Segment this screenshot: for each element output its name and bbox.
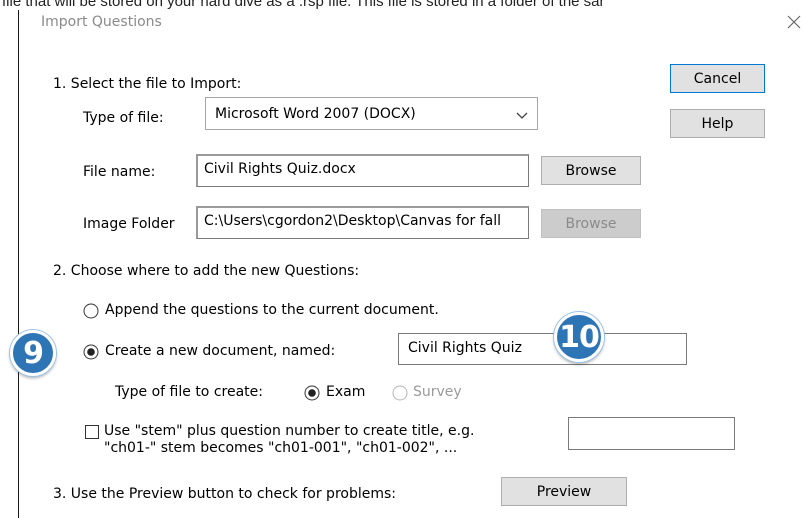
chevron-down-icon xyxy=(516,112,528,119)
stem-input[interactable] xyxy=(568,417,735,450)
type-of-file-label: Type of file: xyxy=(83,110,164,126)
browse-image-button: Browse xyxy=(541,209,641,238)
file-name-input[interactable]: Civil Rights Quiz.docx xyxy=(196,154,529,187)
caption-text: file that will be stored on your hard di… xyxy=(2,0,605,10)
type-to-create-label: Type of file to create: xyxy=(115,384,263,400)
survey-radio-label: Survey xyxy=(413,384,462,400)
step2-label: 2. Choose where to add the new Questions… xyxy=(53,263,360,279)
image-folder-input[interactable]: C:\Users\cgordon2\Desktop\Canvas for fal… xyxy=(196,206,529,239)
survey-radio xyxy=(392,385,408,401)
type-of-file-select[interactable]: Microsoft Word 2007 (DOCX) xyxy=(205,97,538,130)
create-new-radio[interactable] xyxy=(83,344,99,360)
stem-hint-line2: "ch01-" stem becomes "ch01-001", "ch01-0… xyxy=(104,440,458,456)
use-stem-checkbox[interactable] xyxy=(85,425,99,439)
append-radio-label: Append the questions to the current docu… xyxy=(105,302,439,318)
step3-label: 3. Use the Preview button to check for p… xyxy=(53,486,396,502)
stem-hint-line1: Use "stem" plus question number to creat… xyxy=(104,423,475,439)
type-of-file-value: Microsoft Word 2007 (DOCX) xyxy=(215,105,416,122)
file-name-label: File name: xyxy=(83,164,156,180)
append-radio[interactable] xyxy=(83,303,99,319)
step-9-badge: 9 xyxy=(10,330,56,376)
import-questions-dialog: Import Questions Cancel Help 1. Select t… xyxy=(18,10,804,518)
close-icon[interactable] xyxy=(786,14,802,30)
exam-radio[interactable] xyxy=(304,385,320,401)
create-new-radio-label: Create a new document, named: xyxy=(105,343,336,359)
new-document-name-input[interactable]: Civil Rights Quiz xyxy=(398,333,687,365)
step-10-badge: 10 xyxy=(554,312,604,362)
image-folder-label: Image Folder xyxy=(83,216,175,232)
cancel-button[interactable]: Cancel xyxy=(670,64,765,93)
exam-radio-label: Exam xyxy=(326,384,366,400)
step1-label: 1. Select the file to Import: xyxy=(53,76,242,92)
help-button[interactable]: Help xyxy=(670,109,765,138)
browse-file-button[interactable]: Browse xyxy=(541,156,641,185)
preview-button[interactable]: Preview xyxy=(501,477,627,506)
dialog-title: Import Questions xyxy=(41,14,162,30)
